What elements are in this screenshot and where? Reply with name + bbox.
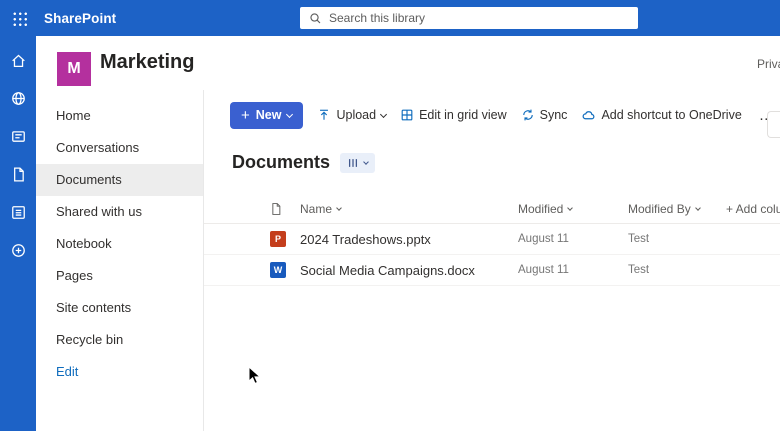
document-icon (10, 166, 27, 183)
chevron-down-icon (695, 205, 701, 211)
sidebar-item-home[interactable]: Home (36, 100, 203, 132)
rail-home-button[interactable] (6, 50, 30, 70)
site-title: Marketing (100, 51, 194, 74)
collapsed-panel-button[interactable] (767, 111, 780, 138)
file-type-cell: W (266, 262, 300, 278)
home-icon (10, 52, 27, 69)
file-name-link[interactable]: Social Media Campaigns.docx (300, 263, 518, 278)
document-type-icon (269, 202, 283, 216)
table-header-row: Name Modified Modified By + Add column (204, 194, 780, 224)
chevron-down-icon (568, 205, 574, 211)
search-icon (309, 12, 322, 25)
app-launcher-button[interactable] (0, 0, 38, 36)
modified-by-value: Test (628, 264, 726, 276)
search-input[interactable] (329, 9, 629, 27)
app-rail (0, 36, 36, 431)
table-row[interactable]: W Social Media Campaigns.docx August 11 … (204, 255, 780, 286)
file-type-column-header[interactable] (266, 202, 300, 216)
rail-my-news-button[interactable] (6, 126, 30, 146)
sync-label: Sync (540, 108, 568, 122)
modified-value: August 11 (518, 264, 628, 276)
add-shortcut-label: Add shortcut to OneDrive (601, 108, 741, 122)
library-title: Documents (232, 152, 330, 173)
column-header-modified[interactable]: Modified (518, 202, 628, 216)
globe-icon (10, 90, 27, 107)
rail-create-button[interactable] (6, 240, 30, 260)
grid-icon (400, 108, 414, 122)
edit-grid-view-label: Edit in grid view (419, 108, 507, 122)
table-row[interactable]: P 2024 Tradeshows.pptx August 11 Test (204, 224, 780, 255)
sidebar-item-edit[interactable]: Edit (36, 356, 203, 388)
edit-grid-view-button[interactable]: Edit in grid view (400, 108, 507, 122)
site-privacy-label: Private group (757, 57, 780, 71)
sync-icon (521, 108, 535, 122)
powerpoint-file-icon: P (270, 231, 286, 247)
plus-circle-icon (10, 242, 27, 259)
news-icon (10, 128, 27, 145)
modified-by-value: Test (628, 233, 726, 245)
suite-bar: SharePoint (0, 0, 780, 36)
sidebar-item-pages[interactable]: Pages (36, 260, 203, 292)
waffle-icon (12, 11, 27, 26)
column-header-name[interactable]: Name (300, 202, 518, 216)
word-file-icon: W (270, 262, 286, 278)
chevron-down-icon (286, 110, 293, 117)
site-nav: Home Conversations Documents Shared with… (36, 90, 204, 431)
column-header-modified-by[interactable]: Modified By (628, 202, 726, 216)
chevron-down-icon (363, 159, 369, 165)
sidebar-item-shared-with-us[interactable]: Shared with us (36, 196, 203, 228)
mouse-cursor (248, 366, 262, 386)
add-column-button[interactable]: + Add column (726, 202, 780, 216)
chevron-down-icon (380, 110, 387, 117)
sidebar-item-notebook[interactable]: Notebook (36, 228, 203, 260)
rail-my-lists-button[interactable] (6, 202, 30, 222)
modified-value: August 11 (518, 233, 628, 245)
upload-icon (317, 108, 331, 122)
command-bar: + New Upload Edit in grid view Sync (204, 100, 780, 130)
sidebar-item-documents[interactable]: Documents (36, 164, 203, 196)
rail-my-sites-button[interactable] (6, 88, 30, 108)
file-name-link[interactable]: 2024 Tradeshows.pptx (300, 232, 518, 247)
site-logo[interactable]: M (57, 52, 91, 86)
chevron-down-icon (336, 205, 342, 211)
view-selector-button[interactable] (340, 153, 375, 173)
sidebar-item-recycle-bin[interactable]: Recycle bin (36, 324, 203, 356)
view-columns-icon (347, 157, 359, 169)
sidebar-item-conversations[interactable]: Conversations (36, 132, 203, 164)
documents-table: Name Modified Modified By + Add column P… (204, 194, 780, 286)
site-header: M Marketing Private group (36, 36, 780, 90)
library-content: + New Upload Edit in grid view Sync (204, 90, 780, 431)
search-box[interactable] (300, 7, 638, 29)
rail-my-files-button[interactable] (6, 164, 30, 184)
upload-button[interactable]: Upload (317, 108, 386, 122)
add-shortcut-onedrive-button[interactable]: Add shortcut to OneDrive (581, 108, 741, 123)
plus-icon: + (241, 108, 250, 123)
list-icon (10, 204, 27, 221)
upload-label: Upload (336, 108, 376, 122)
library-title-row: Documents (232, 152, 375, 173)
sync-button[interactable]: Sync (521, 108, 568, 122)
file-type-cell: P (266, 231, 300, 247)
sidebar-item-site-contents[interactable]: Site contents (36, 292, 203, 324)
new-button[interactable]: + New (230, 102, 303, 129)
app-name: SharePoint (44, 11, 116, 26)
onedrive-cloud-icon (581, 108, 596, 123)
new-button-label: New (256, 108, 282, 122)
